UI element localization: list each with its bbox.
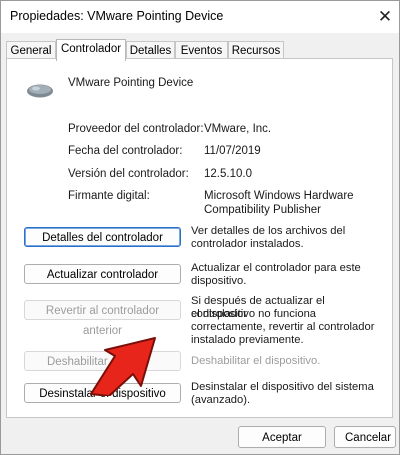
device-name: VMware Pointing Device — [68, 77, 194, 89]
mouse-icon — [27, 84, 53, 98]
driver-details-button[interactable]: Detalles del controlador — [24, 227, 181, 247]
rollback-desc-line3: correctamente, revertir al controlador — [191, 321, 375, 333]
rollback-desc-line2: el dispositivo no funciona — [191, 308, 317, 320]
window-title: Propiedades: VMware Pointing Device — [10, 9, 224, 23]
title-bar: Propiedades: VMware Pointing Device ✕ — [1, 1, 399, 33]
rollback-driver-button[interactable]: Revertir al controlador anterior — [24, 300, 181, 337]
version-label: Versión del controlador: — [68, 168, 189, 180]
disable-device-desc: Deshabilitar el dispositivo. — [191, 355, 321, 367]
version-value: 12.5.10.0 — [204, 168, 252, 180]
update-driver-button[interactable]: Actualizar controlador — [24, 264, 181, 284]
signer-value-line1: Microsoft Windows Hardware — [204, 190, 354, 202]
driver-panel: VMware Pointing Device Proveedor del con… — [6, 58, 393, 418]
provider-label: Proveedor del controlador: — [68, 123, 204, 135]
signer-value-line2: Compatibility Publisher — [204, 204, 321, 216]
update-driver-desc-line2: dispositivo. — [191, 275, 247, 287]
date-value: 11/07/2019 — [204, 145, 261, 157]
pointer-arrow-icon — [90, 337, 156, 396]
date-label: Fecha del controlador: — [68, 145, 183, 157]
driver-details-desc-line1: Ver detalles de los archivos del — [191, 225, 346, 237]
properties-dialog: Propiedades: VMware Pointing Device ✕ Ge… — [0, 0, 400, 455]
tab-controlador[interactable]: Controlador — [56, 39, 126, 61]
update-driver-desc-line1: Actualizar el controlador para este — [191, 262, 361, 274]
accept-button[interactable]: Aceptar — [238, 426, 326, 448]
cancel-button[interactable]: Cancelar — [334, 426, 396, 448]
rollback-desc-line4: instalado previamente. — [191, 334, 304, 346]
provider-value: VMware, Inc. — [204, 123, 272, 135]
driver-details-desc-line2: controlador instalados. — [191, 238, 304, 250]
signer-label: Firmante digital: — [68, 190, 150, 202]
uninstall-device-desc-line2: (avanzado). — [191, 394, 251, 406]
close-icon[interactable]: ✕ — [373, 5, 397, 29]
uninstall-device-desc-line1: Desinstalar el dispositivo del sistema — [191, 381, 374, 393]
